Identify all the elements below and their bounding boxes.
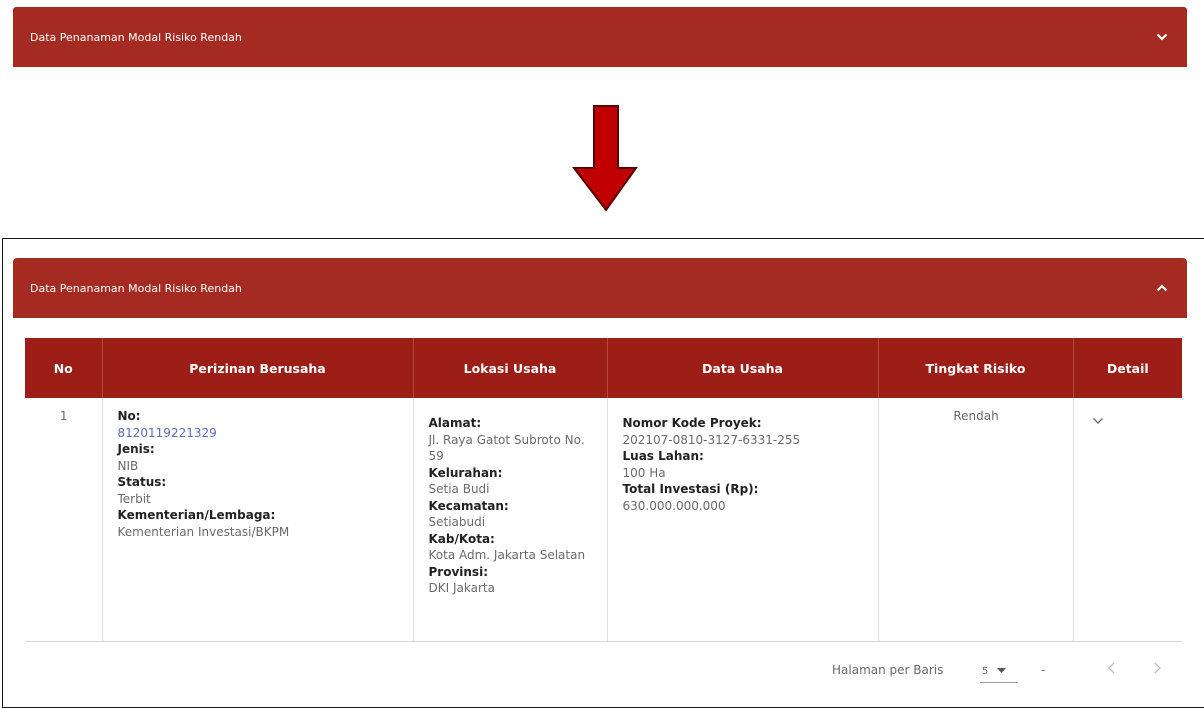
cell-data-usaha: Nomor Kode Proyek: 202107-0810-3127-6331… [607, 398, 879, 642]
label-kelurahan: Kelurahan: [428, 465, 503, 480]
pagination-bar: Halaman per Baris 5 - [0, 659, 1204, 683]
label-luas-lahan: Luas Lahan: [622, 449, 704, 463]
accordion-title: Data Penanaman Modal Risiko Rendah [30, 281, 242, 295]
value-kabkota: Kota Adm. Jakarta Selatan [428, 548, 586, 562]
column-header-tingkat-risiko[interactable]: Tingkat Risiko [878, 338, 1074, 398]
cell-tingkat-risiko: Rendah [878, 398, 1074, 642]
cell-detail [1073, 398, 1182, 642]
next-page-icon[interactable] [1152, 660, 1162, 679]
chevron-down-icon[interactable] [1092, 413, 1104, 430]
accordion-header-collapsed[interactable]: Data Penanaman Modal Risiko Rendah [13, 7, 1187, 67]
value-kecamatan: Setiabudi [428, 515, 486, 529]
column-header-no[interactable]: No [25, 338, 103, 398]
value-provinsi: DKI Jakarta [428, 581, 495, 595]
label-no: No: [117, 409, 141, 423]
chevron-down-icon[interactable] [1155, 30, 1169, 44]
accordion-title: Data Penanaman Modal Risiko Rendah [30, 30, 242, 44]
label-jenis: Jenis: [117, 442, 155, 456]
value-kelurahan: Setia Budi [428, 482, 490, 496]
value-status: Terbit [117, 491, 151, 506]
cell-no: 1 [25, 398, 103, 642]
table-header-row: No Perizinan Berusaha Lokasi Usaha Data … [25, 338, 1182, 398]
value-kementerian: Kementerian Investasi/BKPM [117, 524, 290, 539]
nib-link[interactable]: 8120119221329 [118, 425, 399, 442]
column-header-perizinan[interactable]: Perizinan Berusaha [102, 338, 414, 398]
investment-table: No Perizinan Berusaha Lokasi Usaha Data … [25, 338, 1182, 642]
column-header-lokasi[interactable]: Lokasi Usaha [413, 338, 608, 398]
label-total-investasi: Total Investasi (Rp): [622, 482, 759, 496]
cell-lokasi: Alamat: Jl. Raya Gatot Subroto No. 59 Ke… [413, 398, 608, 642]
column-header-data-usaha[interactable]: Data Usaha [607, 338, 879, 398]
label-provinsi: Provinsi: [428, 564, 489, 579]
value-kode-proyek: 202107-0810-3127-6331-255 [622, 432, 801, 447]
arrow-down-icon [571, 104, 638, 214]
previous-page-icon[interactable] [1107, 660, 1117, 679]
cell-perizinan: No: 8120119221329 Jenis: NIB Status: Ter… [102, 398, 414, 642]
label-kabkota: Kab/Kota: [428, 531, 495, 546]
caret-down-icon [997, 666, 1007, 677]
label-kementerian: Kementerian/Lembaga: [117, 508, 276, 522]
label-kecamatan: Kecamatan: [428, 498, 509, 513]
value-alamat: Jl. Raya Gatot Subroto No. 59 [428, 432, 585, 464]
value-luas-lahan: 100 Ha [622, 465, 666, 480]
page-range-text: - [1041, 663, 1046, 677]
label-kode-proyek: Nomor Kode Proyek: [622, 416, 762, 430]
rows-per-page-label: Halaman per Baris [832, 663, 944, 677]
label-alamat: Alamat: [428, 416, 482, 430]
table-row: 1 No: 8120119221329 Jenis: NIB Status: T… [25, 398, 1182, 642]
rows-per-page-select[interactable]: 5 [980, 661, 1018, 683]
accordion-header-expanded[interactable]: Data Penanaman Modal Risiko Rendah [13, 258, 1187, 318]
column-header-detail[interactable]: Detail [1073, 338, 1182, 398]
chevron-up-icon[interactable] [1155, 281, 1169, 295]
value-jenis: NIB [117, 458, 139, 473]
value-total-investasi: 630.000.000.000 [622, 498, 726, 513]
rows-per-page-value: 5 [982, 666, 989, 677]
label-status: Status: [117, 475, 167, 489]
